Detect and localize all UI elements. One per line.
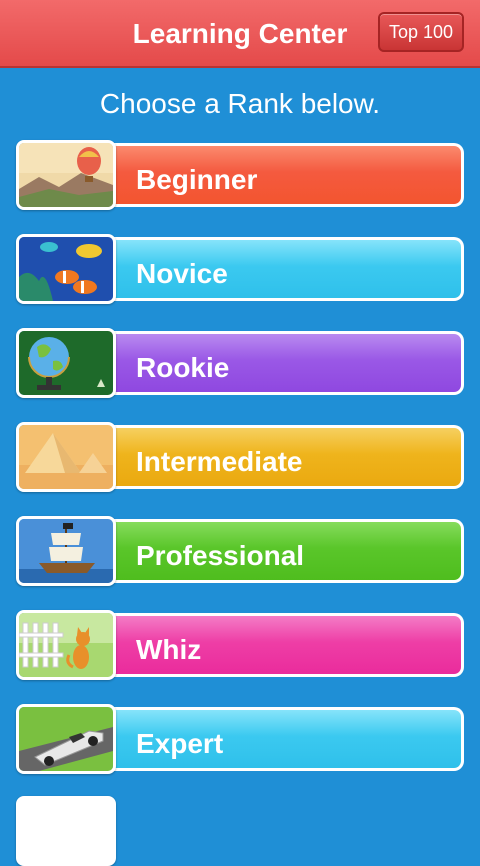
- rank-bar[interactable]: Rookie: [106, 331, 464, 395]
- instruction-text: Choose a Rank below.: [99, 88, 381, 119]
- rank-item-rookie[interactable]: Rookie: [16, 328, 464, 398]
- rank-bar[interactable]: Beginner: [106, 143, 464, 207]
- rank-bar[interactable]: Professional: [106, 519, 464, 583]
- rank-label: Intermediate: [136, 446, 303, 477]
- rank-item-expert[interactable]: Expert: [16, 704, 464, 774]
- rank-bar[interactable]: Intermediate: [106, 425, 464, 489]
- rank-label: Professional: [136, 540, 305, 571]
- rank-item-whiz[interactable]: Whiz: [16, 610, 464, 680]
- rank-item-novice[interactable]: Novice: [16, 234, 464, 304]
- pyramid-icon: [16, 422, 116, 492]
- app-header: Learning Center Top 100: [0, 0, 480, 68]
- rank-item-intermediate[interactable]: Intermediate: [16, 422, 464, 492]
- rank-bar[interactable]: Expert: [106, 707, 464, 771]
- rank-label: Expert: [136, 728, 224, 759]
- rank-item-beginner[interactable]: Beginner: [16, 140, 464, 210]
- globe-icon: [16, 328, 116, 398]
- rank-item-next[interactable]: [16, 796, 464, 866]
- race-car-icon: [16, 704, 116, 774]
- next-rank-icon: [16, 796, 116, 866]
- rank-label: Novice: [136, 258, 228, 289]
- rank-label: Rookie: [136, 352, 230, 383]
- ship-icon: [16, 516, 116, 586]
- fish-icon: [16, 234, 116, 304]
- rank-item-professional[interactable]: Professional: [16, 516, 464, 586]
- rank-label: Beginner: [136, 164, 258, 195]
- hot-air-balloon-icon: [16, 140, 116, 210]
- cat-icon: [16, 610, 116, 680]
- rank-bar[interactable]: Whiz: [106, 613, 464, 677]
- rank-bar[interactable]: Novice: [106, 237, 464, 301]
- rank-label: Whiz: [136, 634, 202, 665]
- top-100-button[interactable]: Top 100: [378, 12, 464, 52]
